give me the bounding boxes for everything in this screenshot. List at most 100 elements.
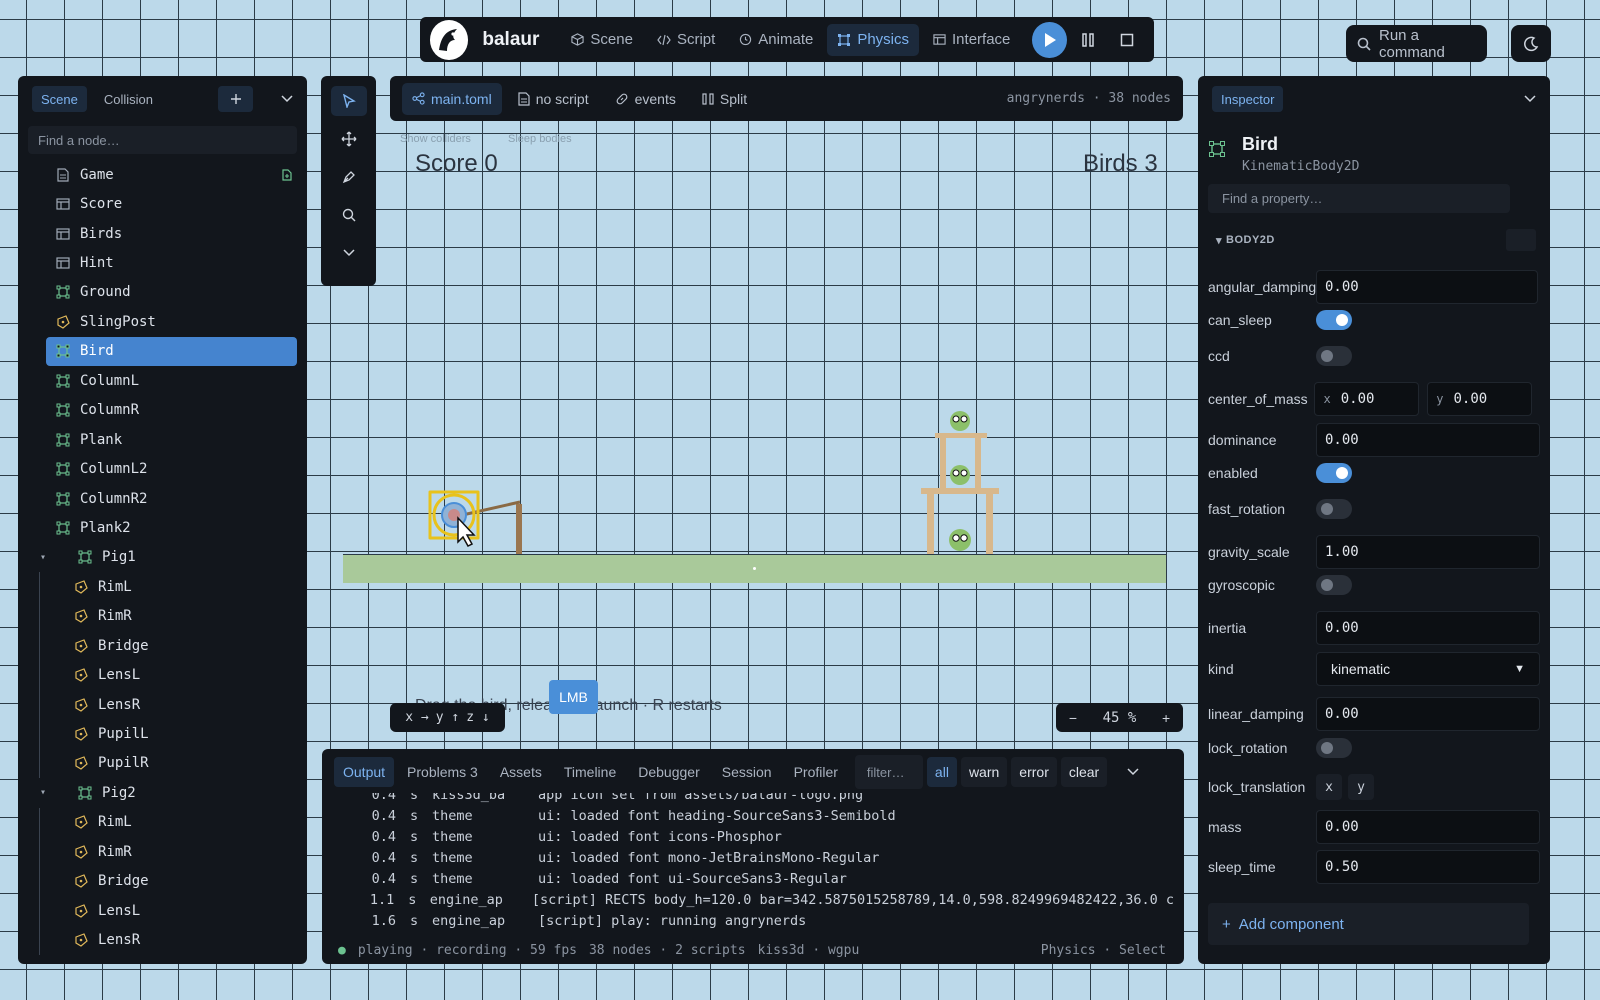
clear-button[interactable]: clear [1060,757,1108,787]
scene-node-columnl2[interactable]: ColumnL2 [18,454,307,483]
scene-node-pupilr[interactable]: PupilR [18,748,307,779]
scene-node-ground[interactable]: Ground [18,278,307,307]
scene-node-plank2[interactable]: Plank2 [18,513,307,542]
sleep-bodies-label[interactable]: Sleep bodies [508,133,572,145]
add-node-button[interactable] [218,86,253,112]
chevron-down-icon[interactable] [1524,95,1536,103]
prop-value-input[interactable]: 1.00 [1316,535,1540,569]
stop-button[interactable] [1109,22,1144,58]
console-tab-problems[interactable]: Problems 3 [398,757,487,787]
prop-x-input[interactable]: x 0.00 [1314,382,1420,416]
scene-node-plank[interactable]: Plank [18,425,307,454]
tab-physics[interactable]: Physics [827,23,920,56]
theme-toggle-button[interactable] [1511,25,1551,62]
lock-y-button[interactable]: y [1348,774,1374,800]
move-tool-icon[interactable] [331,124,367,154]
prop-value-input[interactable]: 0.00 [1316,423,1540,457]
scene-node-bird[interactable]: Bird [46,336,297,367]
prop-y-input[interactable]: y 0.00 [1427,382,1533,416]
viewport-tab-events[interactable]: events [605,83,686,115]
chevron-down-icon[interactable] [331,238,367,268]
prop-value-input[interactable]: 0.00 [1316,697,1540,731]
log-filter-input[interactable]: filter… [854,755,923,789]
prop-label: ccd [1208,348,1230,364]
scene-node-slingpost[interactable]: SlingPost [18,307,307,336]
section-menu-button[interactable] [1506,229,1536,251]
add-component-button[interactable]: + Add component [1208,903,1529,945]
scene-node-bridge[interactable]: Bridge [18,866,307,896]
scene-node-pig2[interactable]: ▾ Pig2 [18,778,307,807]
scene-node-columnl[interactable]: ColumnL [18,366,307,395]
prop-value-input[interactable]: 0.00 [1316,810,1540,844]
select-tool-icon[interactable] [330,86,367,116]
prop-toggle[interactable] [1316,346,1352,366]
kind-select[interactable]: kinematic ▼ [1316,652,1540,686]
scene-node-riml[interactable]: RimL [18,807,307,838]
scene-node-lensl[interactable]: LensL [18,895,307,926]
prop-toggle[interactable] [1316,310,1352,330]
viewport-tab-label: events [634,90,676,107]
filter-warn-button[interactable]: warn [960,757,1008,787]
prop-value-input[interactable]: 0.50 [1316,850,1540,884]
scene-node-game[interactable]: Game [18,160,307,189]
tab-animate[interactable]: Animate [729,24,823,56]
scene-node-bridge[interactable]: Bridge [18,631,307,661]
tab-scene[interactable]: Scene [561,24,643,56]
prop-toggle[interactable] [1316,575,1352,595]
console-tab-debugger[interactable]: Debugger [629,757,709,787]
expand-caret-icon[interactable]: ▾ [40,787,46,798]
chevron-down-icon[interactable] [1127,768,1139,776]
play-button[interactable] [1032,21,1067,58]
node-search-input[interactable]: Find a node… [28,126,297,154]
scene-node-riml[interactable]: RimL [18,572,307,602]
console-tab-profiler[interactable]: Profiler [785,757,847,787]
scene-node-columnr[interactable]: ColumnR [18,396,307,425]
show-colliders-label[interactable]: Show colliders [400,133,471,145]
tab-script[interactable]: Script [647,24,725,56]
section-header[interactable]: ▾ BODY2D [1198,213,1550,251]
prop-value-input[interactable]: 0.00 [1316,270,1538,304]
script-attached-icon[interactable] [281,169,293,181]
console-tab-assets[interactable]: Assets [491,757,551,787]
viewport-tab-main-toml[interactable]: main.toml [402,82,502,115]
slingshot-sprite[interactable] [420,480,540,560]
console-tab-output[interactable]: Output [334,757,395,787]
scene-node-lensr[interactable]: LensR [18,689,307,720]
filter-all-button[interactable]: all [926,757,957,787]
viewport-tab-no-script[interactable]: no script [508,83,599,115]
console-tab-session[interactable]: Session [713,757,781,787]
viewport-tab-split[interactable]: Split [692,83,757,115]
scene-node-columnr2[interactable]: ColumnR2 [18,484,307,513]
filter-error-button[interactable]: error [1011,757,1057,787]
scene-node-pig1[interactable]: ▾ Pig1 [18,543,307,572]
zoom-in-button[interactable]: + [1162,710,1170,726]
zoom-out-button[interactable]: − [1069,710,1077,726]
tab-interface[interactable]: Interface [923,24,1020,56]
chevron-down-icon[interactable] [281,95,293,103]
pen-tool-icon[interactable] [331,162,367,192]
tab-scene[interactable]: Scene [32,86,87,112]
prop-toggle[interactable] [1316,499,1352,519]
prop-value-input[interactable]: 0.00 [1316,611,1540,645]
scene-node-rimr[interactable]: RimR [18,601,307,631]
tab-inspector[interactable]: Inspector [1212,86,1284,112]
scene-node-lensr[interactable]: LensR [18,925,307,955]
prop-toggle[interactable] [1316,738,1352,758]
lock-x-button[interactable]: x [1316,774,1342,800]
scene-node-birds[interactable]: Birds [18,219,307,248]
tab-collision[interactable]: Collision [95,86,162,112]
prop-can-sleep: can_sleep [1208,310,1540,330]
console-tab-timeline[interactable]: Timeline [555,757,625,787]
scene-node-lensl[interactable]: LensL [18,660,307,690]
prop-toggle[interactable] [1316,463,1352,483]
expand-caret-icon[interactable]: ▾ [40,552,46,563]
property-search-input[interactable]: Find a property… [1208,184,1510,213]
scene-node-pupill[interactable]: PupilL [18,719,307,749]
zoom-tool-icon[interactable] [331,200,367,230]
pause-button[interactable] [1071,22,1106,58]
run-command-button[interactable]: Run a command [1346,25,1487,62]
scene-node-hint[interactable]: Hint [18,248,307,277]
tower-structure[interactable] [915,405,1005,560]
scene-node-rimr[interactable]: RimR [18,837,307,867]
scene-node-score[interactable]: Score [18,189,307,218]
